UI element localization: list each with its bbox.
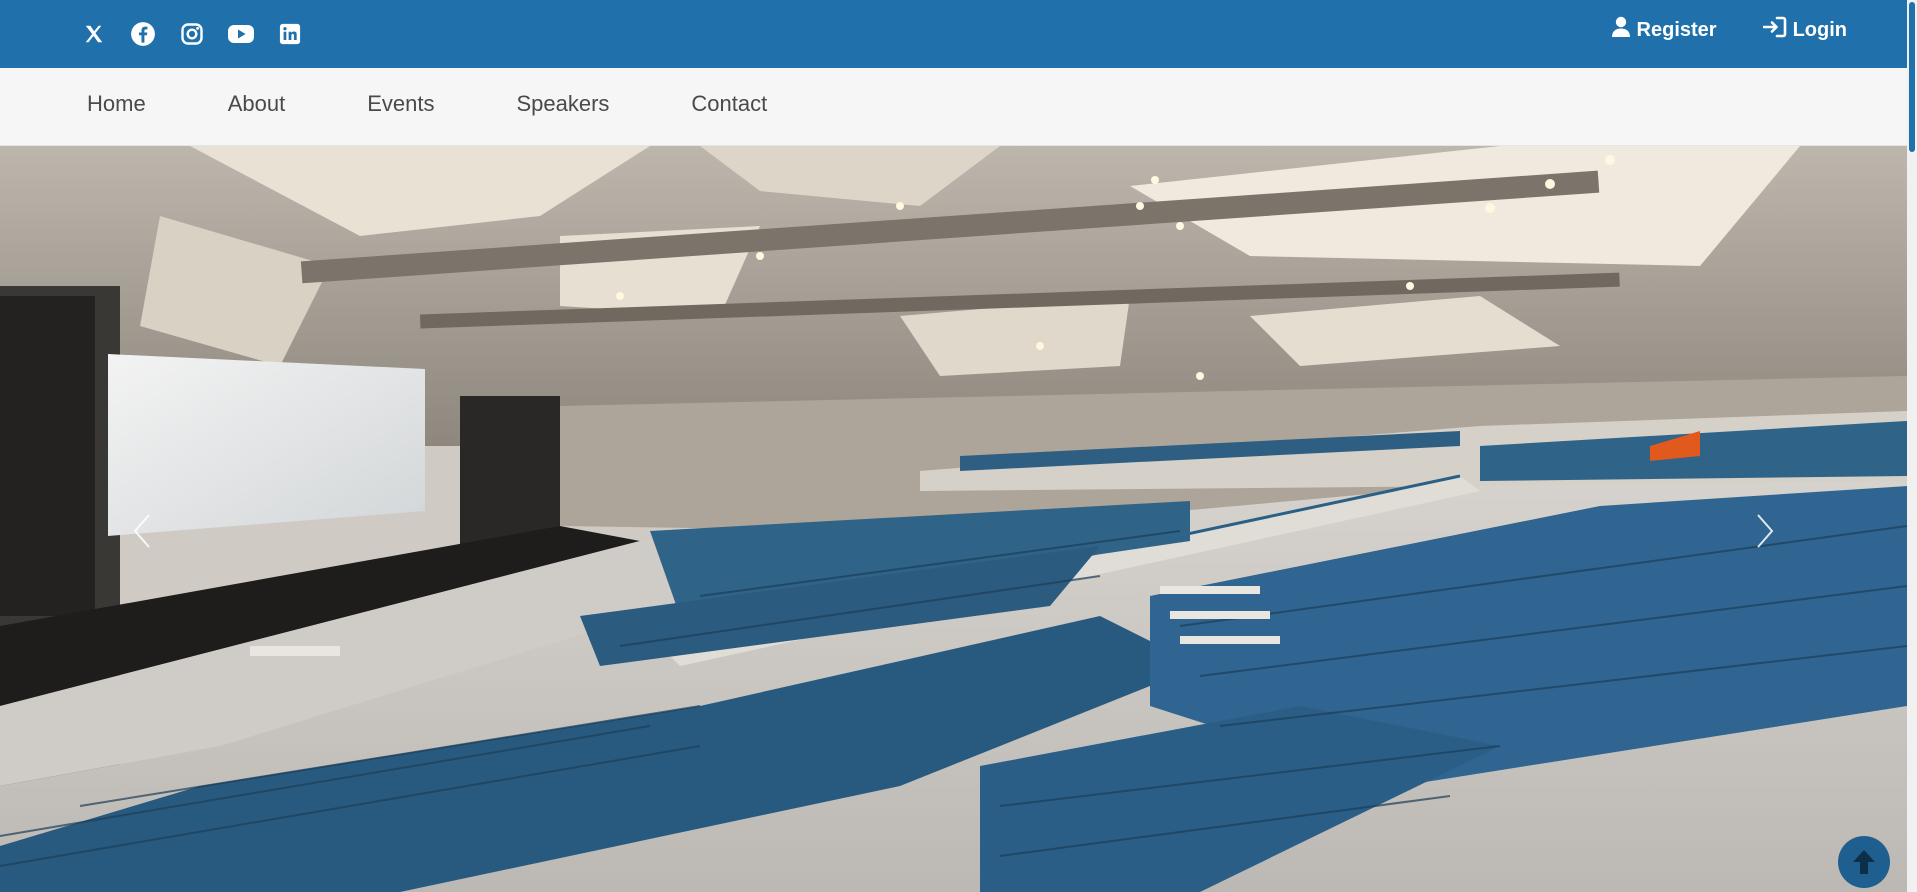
register-label: Register xyxy=(1636,18,1717,41)
hero-carousel xyxy=(0,146,1907,892)
register-link[interactable]: Register xyxy=(1611,16,1717,44)
nav-item-speakers[interactable]: Speakers xyxy=(516,91,609,117)
facebook-icon[interactable] xyxy=(127,18,159,50)
nav-item-about[interactable]: About xyxy=(228,91,286,117)
auth-links: Register Login xyxy=(1611,16,1847,44)
user-icon xyxy=(1611,16,1631,44)
x-icon[interactable] xyxy=(78,18,110,50)
login-label: Login xyxy=(1792,18,1847,41)
nav-item-home[interactable]: Home xyxy=(87,91,146,117)
top-bar: Register Login xyxy=(0,0,1917,68)
carousel-prev-button[interactable] xyxy=(122,501,162,561)
chevron-right-icon xyxy=(1757,514,1774,548)
nav-item-events[interactable]: Events xyxy=(367,91,434,117)
youtube-icon[interactable] xyxy=(225,18,257,50)
main-nav: Home About Events Speakers Contact xyxy=(0,68,1907,146)
instagram-icon[interactable] xyxy=(176,18,208,50)
arrow-up-icon xyxy=(1853,850,1875,874)
nav-item-contact[interactable]: Contact xyxy=(691,91,767,117)
back-to-top-button[interactable] xyxy=(1838,836,1890,888)
social-links xyxy=(78,18,306,50)
sign-in-icon xyxy=(1762,16,1787,44)
scrollbar-thumb[interactable] xyxy=(1909,2,1915,152)
hero-image xyxy=(0,146,1907,892)
carousel-next-button[interactable] xyxy=(1745,501,1785,561)
page-scrollbar[interactable] xyxy=(1907,0,1917,892)
login-link[interactable]: Login xyxy=(1762,16,1847,44)
chevron-left-icon xyxy=(133,514,150,548)
linkedin-icon[interactable] xyxy=(274,18,306,50)
